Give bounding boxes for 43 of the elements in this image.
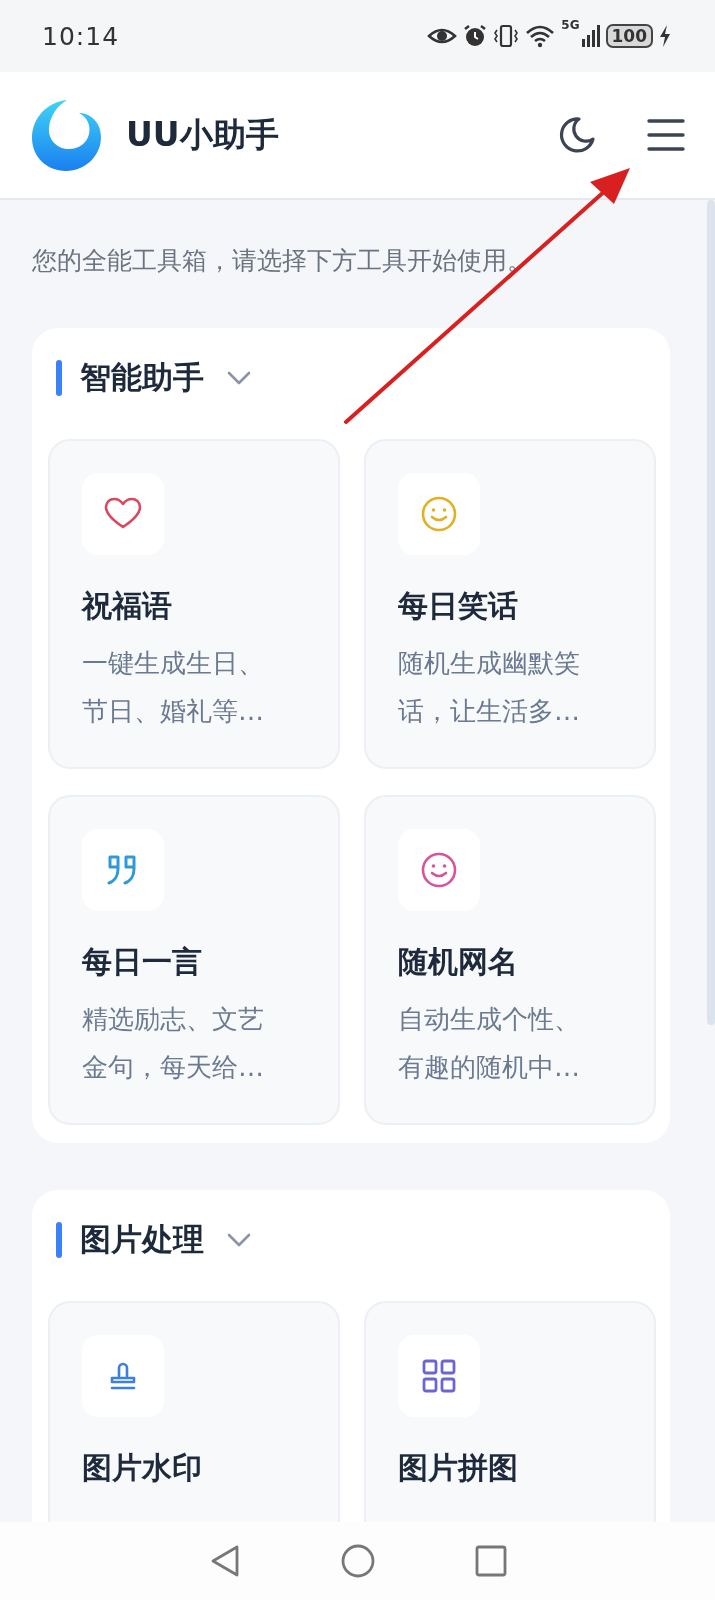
tool-title: 随机网名	[398, 943, 519, 981]
collapse-button[interactable]	[226, 1232, 252, 1248]
section-title: 智能助手	[80, 358, 204, 397]
recents-icon	[474, 1545, 507, 1577]
tool-card[interactable]: 图片水印	[48, 1301, 340, 1522]
wifi-icon	[525, 24, 556, 48]
clock-time: 10:14	[42, 21, 120, 51]
collapse-button[interactable]	[226, 370, 252, 386]
tool-card[interactable]: 图片拼图	[364, 1301, 656, 1522]
section-marker	[56, 360, 62, 396]
alarm-icon	[463, 24, 488, 48]
home-button[interactable]	[340, 1544, 375, 1578]
eye-icon	[427, 26, 458, 46]
menu-button[interactable]	[647, 118, 685, 152]
home-icon	[340, 1544, 375, 1578]
app-title: UU小助手	[126, 113, 280, 156]
tool-title: 每日笑话	[398, 587, 519, 625]
tool-description: 一键生成生日、节日、婚礼等…	[82, 647, 265, 728]
tool-card[interactable]: 祝福语 一键生成生日、节日、婚礼等…	[48, 439, 340, 769]
tool-description: 随机生成幽默笑话，让生活多…	[398, 647, 581, 728]
recents-button[interactable]	[474, 1545, 507, 1577]
battery-level: 100	[605, 24, 653, 48]
menu-icon	[647, 118, 685, 152]
tool-title: 每日一言	[82, 943, 203, 981]
tool-title: 图片拼图	[398, 1449, 519, 1487]
signal-icon	[581, 25, 600, 47]
tool-description: 精选励志、文艺金句，每天给…	[82, 1003, 265, 1084]
dark-mode-button[interactable]	[557, 115, 597, 155]
vibrate-icon	[493, 23, 520, 49]
section-title: 图片处理	[80, 1220, 204, 1259]
section-marker	[56, 1222, 62, 1258]
tool-title: 祝福语	[82, 587, 173, 625]
network-label: 5G	[561, 19, 580, 31]
tool-card[interactable]: 随机网名 自动生成个性、有趣的随机中…	[364, 795, 656, 1125]
chevron-icon	[226, 1232, 252, 1248]
tool-card[interactable]: 每日一言 精选励志、文艺金句，每天给…	[48, 795, 340, 1125]
tool-description: 自动生成个性、有趣的随机中…	[398, 1003, 581, 1084]
charging-icon	[659, 25, 671, 47]
logo-icon	[30, 98, 104, 172]
tool-title: 图片水印	[82, 1449, 203, 1487]
tool-card[interactable]: 每日笑话 随机生成幽默笑话，让生活多…	[364, 439, 656, 769]
chevron-icon	[226, 370, 252, 386]
moon-icon	[557, 115, 597, 155]
